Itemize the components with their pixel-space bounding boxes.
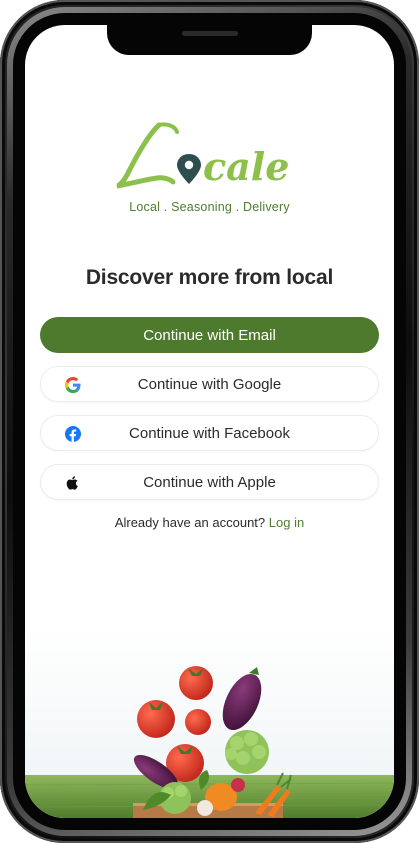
login-prompt-text: Already have an account? [114, 515, 266, 530]
email-button-label: Continue with Email [143, 326, 276, 344]
google-icon [65, 377, 81, 393]
facebook-icon [65, 426, 81, 442]
continue-with-email-button[interactable]: Continue with Email [40, 317, 379, 353]
login-link[interactable]: Log in [269, 515, 304, 530]
login-prompt-row: Already have an account? Log in [25, 515, 394, 530]
continue-with-google-button[interactable]: Continue with Google [40, 366, 379, 402]
locale-logo: cale [116, 122, 289, 189]
apple-icon [66, 476, 78, 490]
page-title: Discover more from local [85, 266, 334, 289]
speaker [182, 31, 238, 36]
facebook-button-label: Continue with Facebook [129, 424, 290, 442]
notch [107, 25, 312, 55]
tagline: Local . Seasoning . Delivery [129, 200, 290, 214]
continue-with-apple-button[interactable]: Continue with Apple [40, 464, 379, 500]
google-button-label: Continue with Google [137, 375, 282, 393]
apple-button-label: Continue with Apple [143, 473, 276, 491]
continue-with-facebook-button[interactable]: Continue with Facebook [40, 415, 379, 451]
vegetable-illustration [25, 625, 394, 818]
screen: cale Local . Seasoning . Delivery Discov… [25, 25, 394, 818]
svg-text:cale: cale [203, 144, 289, 189]
location-pin-icon [177, 154, 201, 184]
